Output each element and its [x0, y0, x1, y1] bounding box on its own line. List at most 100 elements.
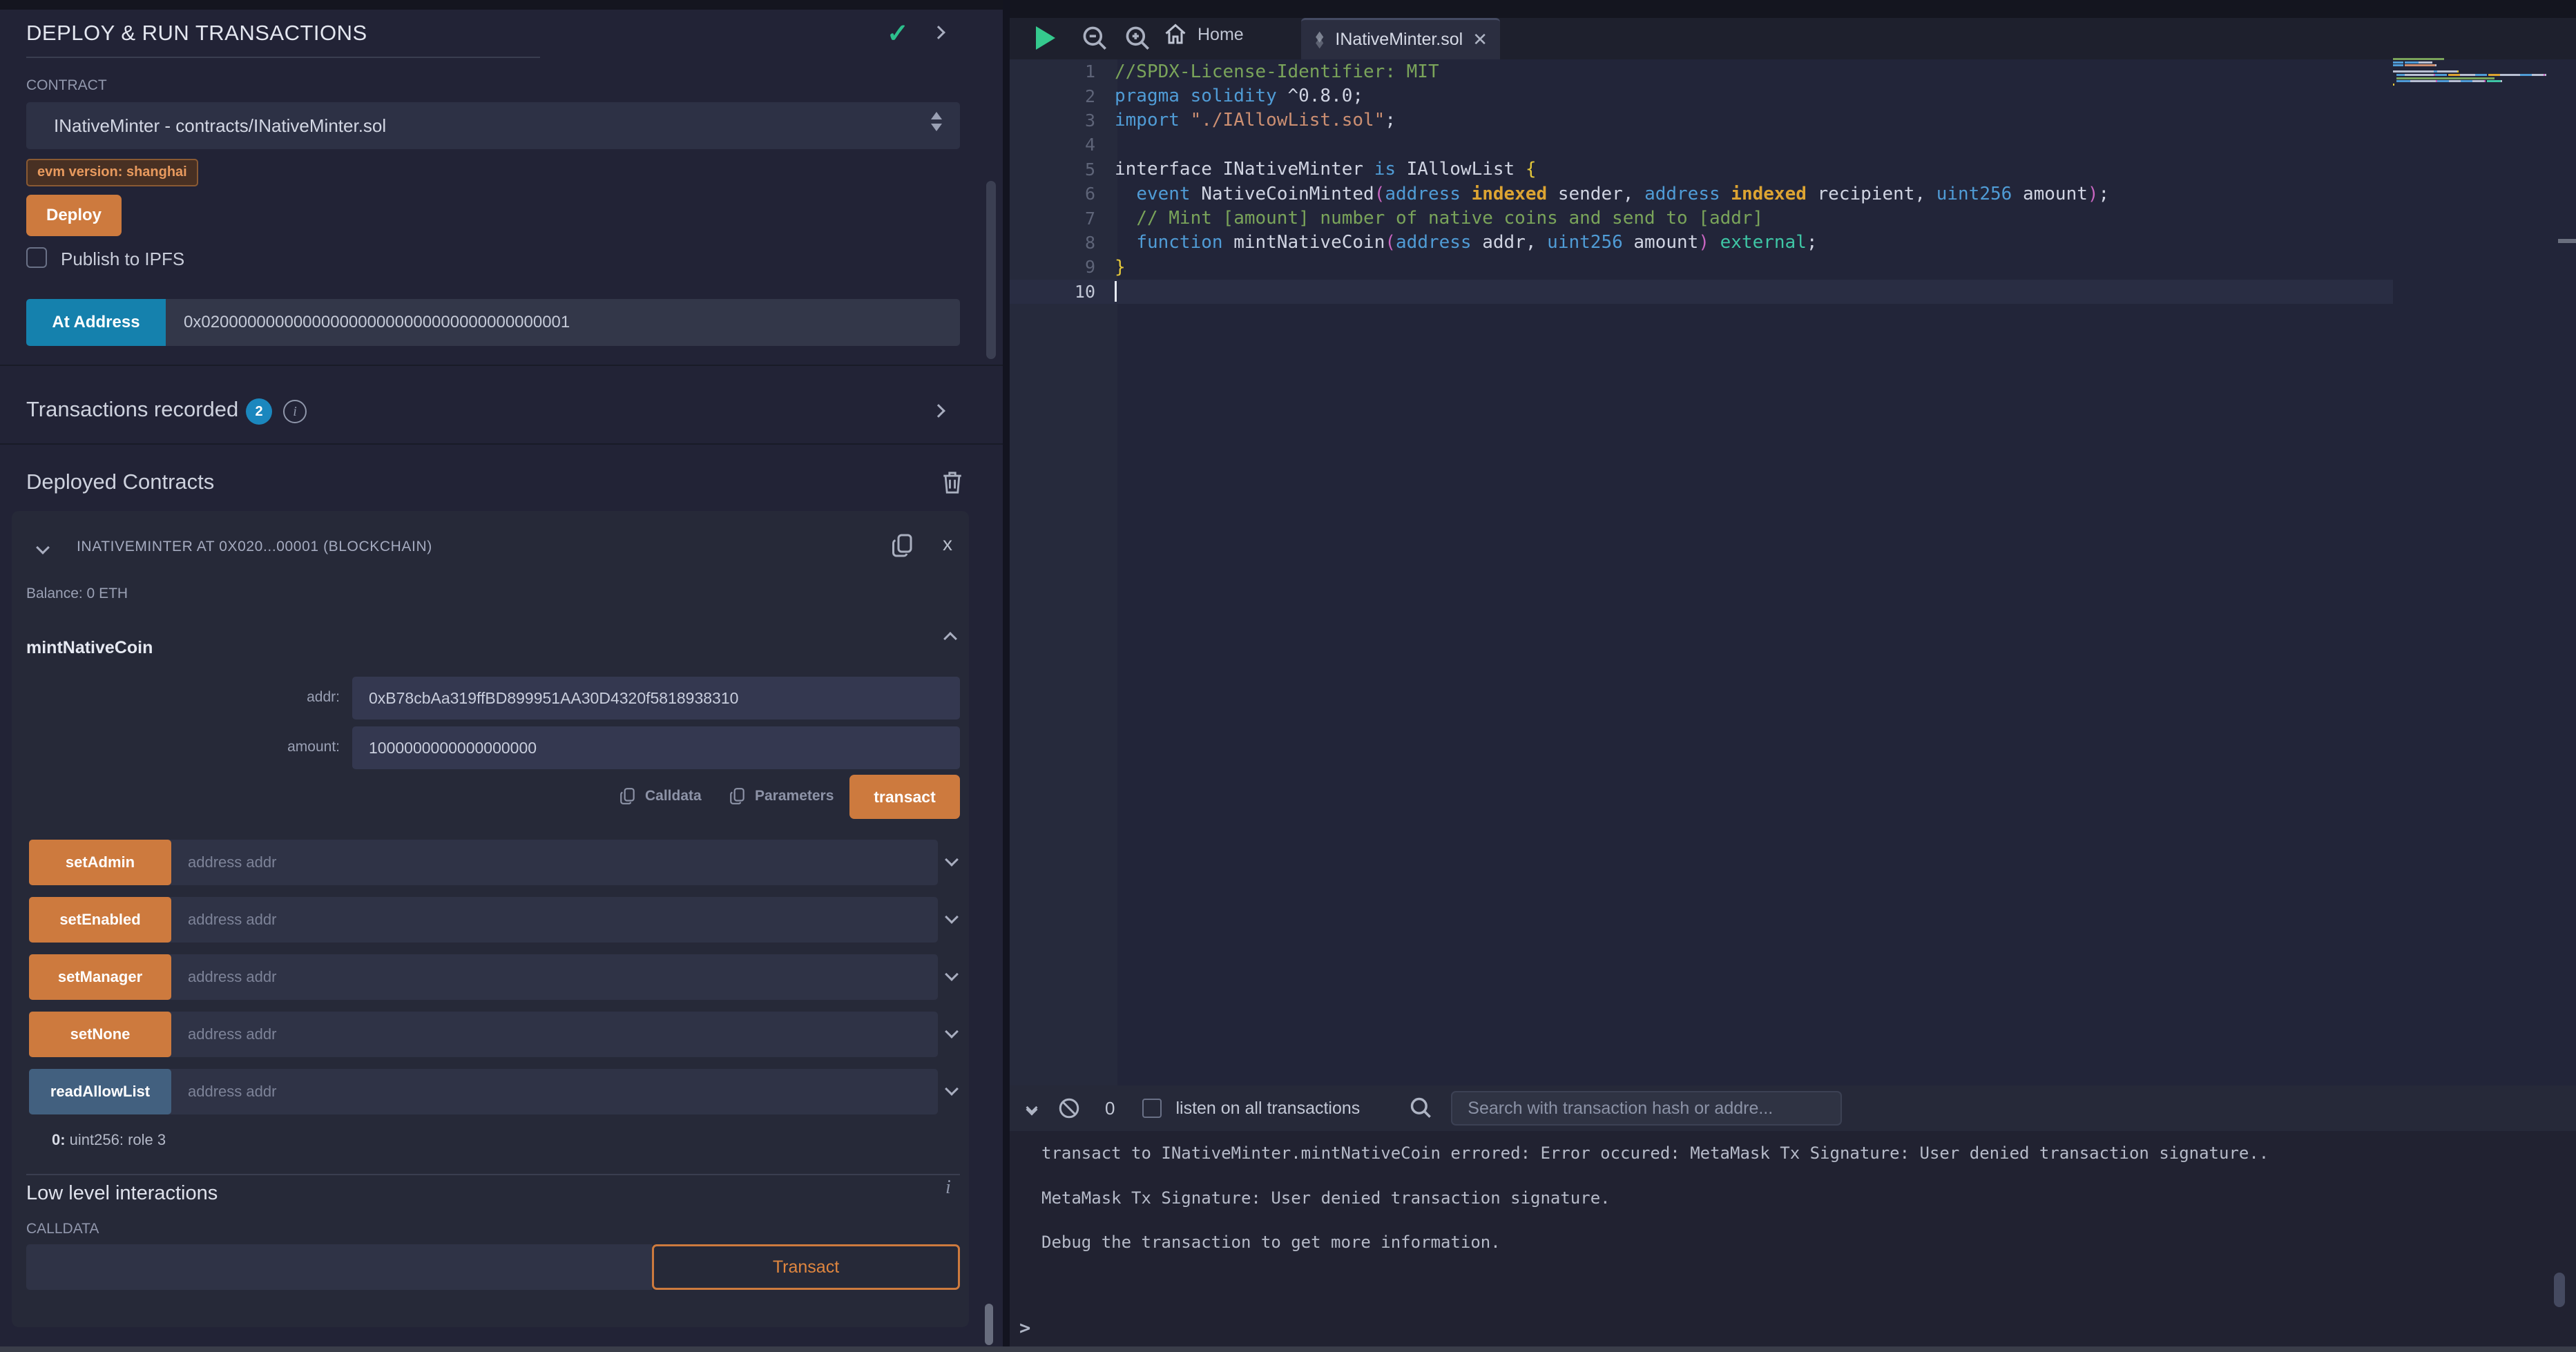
instance-collapse-icon[interactable] [36, 541, 50, 554]
publish-ipfs-checkbox[interactable] [26, 247, 47, 268]
collapse-terminal-icon[interactable] [1028, 1103, 1036, 1114]
code-line-4[interactable]: 4 [1010, 133, 2393, 157]
code-line-10[interactable]: 10 [1010, 280, 2393, 304]
code-line-7[interactable]: 7 // Mint [amount] number of native coin… [1010, 206, 2393, 230]
run-script-play-icon[interactable] [1036, 26, 1055, 50]
readAllowList-placeholder[interactable]: address addr [188, 1083, 276, 1101]
bottom-strip [0, 1346, 2576, 1352]
zoom-out-icon[interactable] [1080, 23, 1111, 54]
code-line-5[interactable]: 5interface INativeMinter is IAllowList { [1010, 157, 2393, 182]
code-line-8[interactable]: 8 function mintNativeCoin(address addr, … [1010, 231, 2393, 255]
listen-transactions-checkbox[interactable] [1142, 1099, 1162, 1118]
setAdmin-expand-icon[interactable] [945, 853, 959, 867]
code-line-1[interactable]: 1//SPDX-License-Identifier: MIT [1010, 59, 2393, 84]
transactions-count-badge: 2 [246, 398, 272, 425]
setEnabled-placeholder[interactable]: address addr [188, 911, 276, 929]
setEnabled-button[interactable]: setEnabled [29, 897, 171, 943]
copy-address-icon[interactable] [890, 532, 915, 559]
deployed-contracts-label: Deployed Contracts [26, 470, 214, 494]
editor-tabbar: Home INativeMinter.sol ✕ [1010, 18, 2576, 59]
terminal: 0 listen on all transactions transact to… [1010, 1085, 2576, 1346]
tab-inativeminter[interactable]: INativeMinter.sol ✕ [1301, 18, 1500, 59]
low-level-title: Low level interactions [26, 1182, 218, 1205]
deploy-button[interactable]: Deploy [26, 195, 122, 236]
title-underline [26, 57, 540, 58]
code-line-9[interactable]: 9} [1010, 255, 2393, 279]
transact-button[interactable]: transact [849, 775, 960, 819]
code-lines[interactable]: 1//SPDX-License-Identifier: MIT2pragma s… [1010, 59, 2393, 304]
clear-console-icon[interactable] [1057, 1096, 1082, 1121]
editor-minimap[interactable] [2393, 58, 2559, 90]
line-number: 6 [1010, 184, 1106, 204]
terminal-search-input[interactable] [1451, 1091, 1842, 1126]
line-number: 9 [1010, 257, 1106, 277]
evm-version-badge: evm version: shanghai [26, 159, 198, 186]
terminal-log-line: transact to INativeMinter.mintNativeCoin… [1041, 1131, 2269, 1176]
calldata-copy-button[interactable]: Calldata [619, 786, 702, 807]
line-number: 2 [1010, 86, 1106, 106]
amount-field-input[interactable] [352, 726, 960, 769]
deployed-instance-card: INATIVEMINTER AT 0X020...00001 (BLOCKCHA… [12, 511, 969, 1327]
panel-title: DEPLOY & RUN TRANSACTIONS [26, 21, 367, 46]
line-number: 4 [1010, 135, 1106, 155]
terminal-log-line: MetaMask Tx Signature: User denied trans… [1041, 1176, 2269, 1221]
readAllowList-expand-icon[interactable] [945, 1082, 959, 1096]
contract-select[interactable]: INativeMinter - contracts/INativeMinter.… [26, 102, 960, 149]
line-number: 10 [1010, 282, 1106, 302]
panel-scrollbar-thumb-bottom[interactable] [985, 1304, 993, 1345]
panel-scrollbar-thumb[interactable] [986, 181, 996, 359]
code-line-2[interactable]: 2pragma solidity ^0.8.0; [1010, 84, 2393, 108]
code-line-6[interactable]: 6 event NativeCoinMinted(address indexed… [1010, 182, 2393, 206]
setNone-expand-icon[interactable] [945, 1025, 959, 1039]
setManager-button[interactable]: setManager [29, 954, 171, 1000]
code-text: pragma solidity ^0.8.0; [1106, 86, 1363, 106]
top-strip [0, 0, 1003, 10]
tab-home[interactable]: Home [1163, 22, 1244, 47]
low-level-transact-button[interactable]: Transact [652, 1244, 960, 1290]
tab-label: INativeMinter.sol [1335, 30, 1463, 50]
line-number: 5 [1010, 160, 1106, 180]
instance-title: INATIVEMINTER AT 0X020...00001 (BLOCKCHA… [77, 539, 432, 555]
remove-instance-icon[interactable]: x [943, 533, 952, 555]
editor-top-strip [1010, 0, 2576, 18]
listen-transactions-label: listen on all transactions [1175, 1099, 1360, 1119]
setAdmin-button[interactable]: setAdmin [29, 840, 171, 885]
tab-home-label: Home [1198, 25, 1244, 45]
at-address-input[interactable] [166, 299, 960, 346]
code-text: } [1106, 257, 1126, 278]
setManager-placeholder[interactable]: address addr [188, 968, 276, 986]
parameters-copy-button[interactable]: Parameters [729, 786, 834, 807]
terminal-prompt[interactable]: > [1019, 1317, 1030, 1339]
terminal-log-line: Debug the transaction to get more inform… [1041, 1220, 2269, 1265]
clear-instances-trash-icon[interactable] [941, 470, 964, 496]
setAdmin-placeholder[interactable]: address addr [188, 853, 276, 871]
transactions-recorded-label: Transactions recorded [26, 397, 238, 422]
setNone-placeholder[interactable]: address addr [188, 1025, 276, 1043]
deploy-run-panel: DEPLOY & RUN TRANSACTIONS ✓ CONTRACT INa… [0, 0, 1003, 1352]
panel-editor-divider[interactable] [1003, 0, 1010, 1352]
tab-close-icon[interactable]: ✕ [1472, 29, 1488, 50]
code-text: //SPDX-License-Identifier: MIT [1106, 61, 1439, 82]
setEnabled-expand-icon[interactable] [945, 910, 959, 924]
low-level-calldata-input[interactable] [26, 1244, 652, 1290]
zoom-in-icon[interactable] [1123, 23, 1153, 54]
amount-field-label: amount: [212, 739, 340, 755]
collapse-panel-icon[interactable] [932, 26, 945, 39]
readAllowList-button[interactable]: readAllowList [29, 1069, 171, 1114]
code-line-3[interactable]: 3import "./IAllowList.sol"; [1010, 108, 2393, 133]
search-icon [1408, 1095, 1434, 1121]
line-number: 1 [1010, 61, 1106, 81]
addr-field-input[interactable] [352, 677, 960, 720]
contract-select-value: INativeMinter - contracts/INativeMinter.… [54, 115, 386, 137]
at-address-button[interactable]: At Address [26, 299, 166, 346]
remix-app: DEPLOY & RUN TRANSACTIONS ✓ CONTRACT INa… [0, 0, 2576, 1352]
terminal-scrollbar-thumb[interactable] [2554, 1273, 2565, 1307]
transactions-expand-icon[interactable] [932, 404, 945, 418]
line-number: 3 [1010, 110, 1106, 131]
function-collapse-icon[interactable] [943, 632, 957, 646]
setManager-expand-icon[interactable] [945, 967, 959, 981]
setNone-button[interactable]: setNone [29, 1012, 171, 1057]
divider [26, 1174, 960, 1175]
copy-icon [729, 786, 747, 807]
contract-label: CONTRACT [26, 77, 107, 94]
